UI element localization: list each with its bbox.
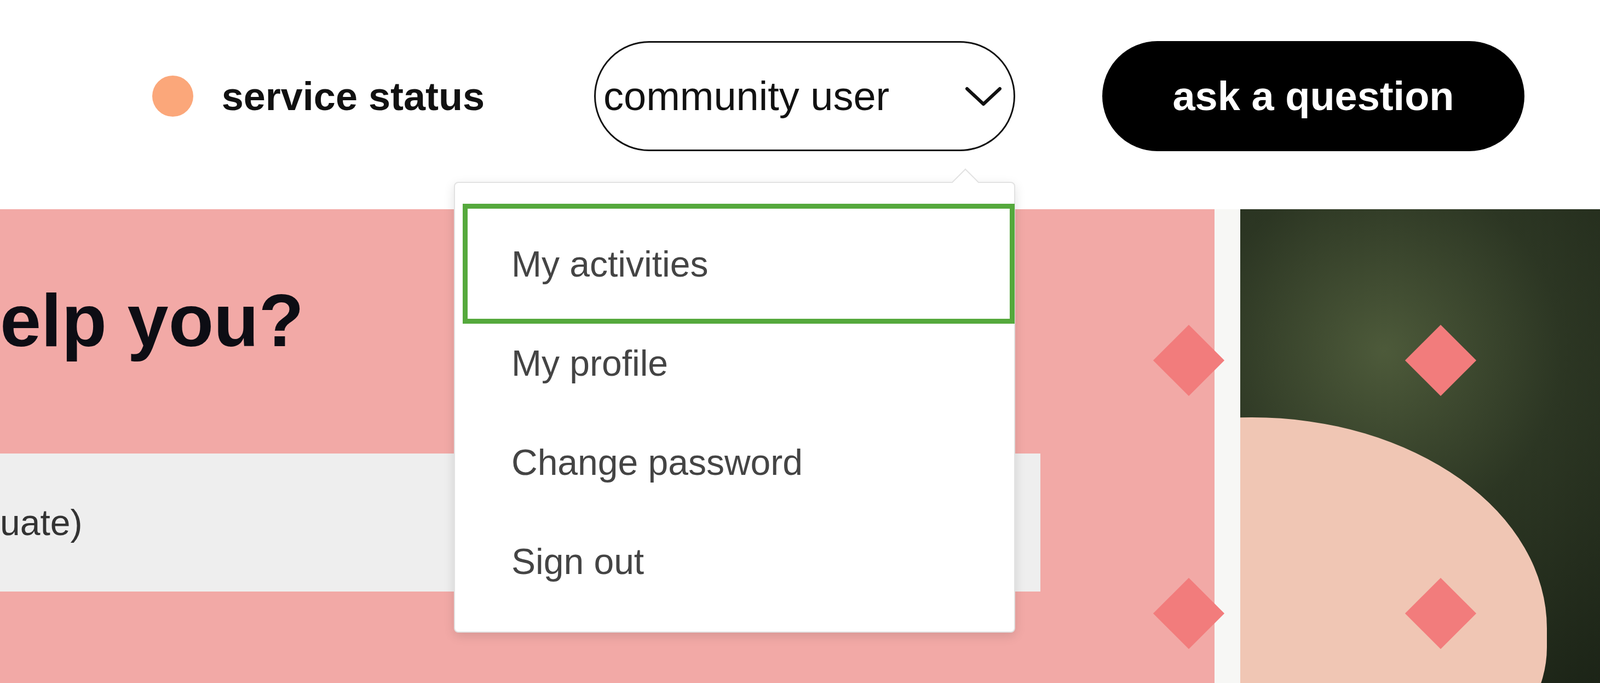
service-status[interactable]: service status [152,41,485,152]
ask-question-button[interactable]: ask a question [1102,41,1525,152]
status-dot [152,75,194,117]
status-label: service status [221,73,485,119]
user-label: community user [603,72,890,120]
hand-shape [1240,417,1547,683]
chevron-down-icon [964,85,1003,108]
header: service status community user ask a ques… [0,0,1600,210]
menu-item[interactable]: Sign out [473,511,1005,611]
menu-item[interactable]: My activities [473,214,1005,314]
search-value: uate) [0,501,83,544]
menu-caret [951,168,980,197]
menu-item[interactable]: Change password [473,412,1005,512]
user-dropdown-menu: My activitiesMy profileChange passwordSi… [453,181,1016,633]
menu-item[interactable]: My profile [473,313,1005,413]
page: service status community user ask a ques… [0,0,1600,683]
user-menu-button[interactable]: community user [594,41,1016,152]
